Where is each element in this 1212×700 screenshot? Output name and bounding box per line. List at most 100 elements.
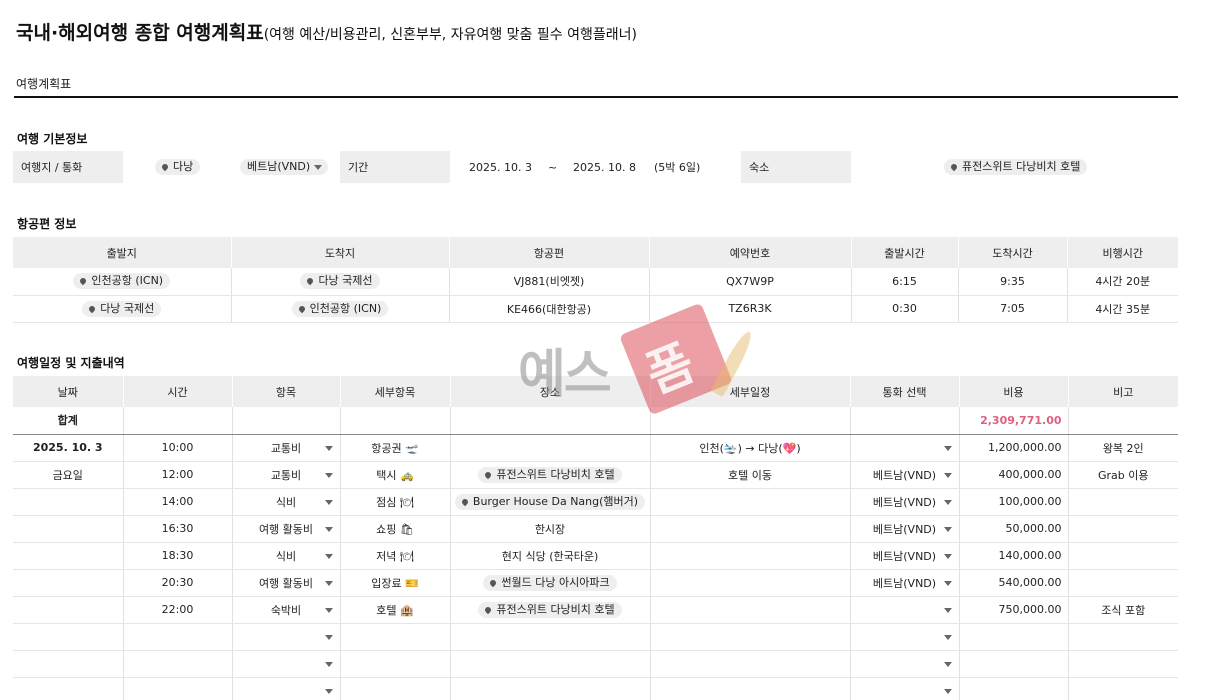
cell-cost[interactable]: 400,000.00 (958, 461, 1068, 489)
cell-detail[interactable]: 호텔 🏨 (339, 596, 450, 624)
cell-cost[interactable]: 1,200,000.00 (958, 434, 1068, 462)
cell-place[interactable]: 퓨전스위트 다낭비치 호텔 (449, 461, 650, 489)
cell-date-empty[interactable] (13, 542, 123, 570)
cell-cost[interactable]: 140,000.00 (958, 542, 1068, 570)
cell-detail[interactable]: 입장료 🎫 (339, 569, 450, 597)
cell-time[interactable]: 16:30 (122, 515, 232, 543)
category-select[interactable]: 교통비 (231, 434, 340, 462)
currency-select[interactable]: 베트남(VND) (849, 488, 959, 516)
cell-flight[interactable]: VJ881(비엣젯) (448, 268, 649, 296)
cell-time[interactable]: 20:30 (122, 569, 232, 597)
currency-select[interactable]: 베트남(VND) (849, 461, 959, 489)
lodging-chip[interactable]: 퓨전스위트 다낭비치 호텔 (944, 159, 1088, 175)
cell-booking[interactable]: TZ6R3K (648, 295, 851, 323)
currency-select[interactable] (849, 434, 959, 462)
category-select[interactable] (231, 623, 340, 651)
table-row: 14:00 식비 점심 🍽 Burger House Da Nang(햄버거) … (13, 488, 1178, 516)
cell-cost[interactable]: 750,000.00 (958, 596, 1068, 624)
cell-note[interactable] (1067, 569, 1178, 597)
cell-duration[interactable]: 4시간 35분 (1066, 295, 1178, 323)
currency-select[interactable]: 베트남(VND) (849, 542, 959, 570)
cell-plan[interactable]: 호텔 이동 (649, 461, 850, 489)
cell-time[interactable]: 14:00 (122, 488, 232, 516)
cell-arrival[interactable]: 9:35 (957, 268, 1067, 296)
destination-value: 다낭 (173, 160, 194, 173)
cell-plan[interactable] (649, 515, 850, 543)
category-select[interactable]: 숙박비 (231, 596, 340, 624)
cell-plan[interactable] (649, 596, 850, 624)
currency-select[interactable]: 베트남(VND) (849, 515, 959, 543)
currency-select[interactable] (849, 623, 959, 651)
cell-plan[interactable] (649, 488, 850, 516)
destination-chip[interactable]: 다낭 (155, 159, 201, 175)
trip-length: (5박 6일) (654, 161, 701, 174)
destination-cell[interactable]: 다낭 (155, 151, 235, 183)
category-select[interactable] (231, 677, 340, 700)
table-row: 인천공항 (ICN) 다낭 국제선 VJ881(비엣젯) QX7W9P 6:15… (13, 268, 1178, 296)
chevron-down-icon (324, 607, 333, 613)
currency-select[interactable]: 베트남(VND) (240, 151, 336, 183)
cell-duration[interactable]: 4시간 20분 (1066, 268, 1178, 296)
cell-cost[interactable]: 50,000.00 (958, 515, 1068, 543)
cell-date-empty[interactable] (13, 515, 123, 543)
cell-departure[interactable]: 6:15 (850, 268, 958, 296)
empty-row (13, 623, 1178, 651)
cell-to[interactable]: 다낭 국제선 (230, 268, 449, 296)
category-select[interactable]: 여행 활동비 (231, 569, 340, 597)
currency-value: 베트남(VND) (247, 160, 311, 173)
cell-place[interactable] (449, 434, 650, 462)
cell-place[interactable]: 썬월드 다낭 아시아파크 (449, 569, 650, 597)
cell-time[interactable]: 18:30 (122, 542, 232, 570)
cell-time[interactable]: 12:00 (122, 461, 232, 489)
currency-select[interactable] (849, 677, 959, 700)
col-header: 예약번호 (648, 237, 851, 268)
cell-departure[interactable]: 0:30 (850, 295, 958, 323)
cell-plan[interactable] (649, 569, 850, 597)
currency-select[interactable] (849, 650, 959, 678)
chevron-down-icon (324, 472, 333, 478)
cell-note[interactable] (1067, 488, 1178, 516)
cell-date-empty[interactable] (13, 569, 123, 597)
cell-cost[interactable]: 540,000.00 (958, 569, 1068, 597)
cell-date-empty[interactable] (13, 488, 123, 516)
cell-note[interactable]: Grab 이용 (1067, 461, 1178, 489)
currency-select[interactable] (849, 596, 959, 624)
cell-plan[interactable]: 인천(🛬) → 다낭(💖) (649, 434, 850, 462)
cell-note[interactable] (1067, 515, 1178, 543)
cell-booking[interactable]: QX7W9P (648, 268, 851, 296)
category-select[interactable] (231, 650, 340, 678)
cell-note[interactable]: 조식 포함 (1067, 596, 1178, 624)
cell-place[interactable]: 퓨전스위트 다낭비치 호텔 (449, 596, 650, 624)
end-date[interactable]: 2025. 10. 8 (573, 151, 653, 183)
cell-place[interactable]: 한시장 (449, 515, 650, 543)
category-select[interactable]: 식비 (231, 488, 340, 516)
category-select[interactable]: 교통비 (231, 461, 340, 489)
cell-flight[interactable]: KE466(대한항공) (448, 295, 649, 323)
cell-time[interactable]: 10:00 (122, 434, 232, 462)
currency-select[interactable]: 베트남(VND) (849, 569, 959, 597)
cell-arrival[interactable]: 7:05 (957, 295, 1067, 323)
cell-date[interactable]: 2025. 10. 3 (13, 434, 123, 462)
cell-detail[interactable]: 택시 🚕 (339, 461, 450, 489)
cell-detail[interactable]: 저녁 🍽 (339, 542, 450, 570)
cell-from[interactable]: 다낭 국제선 (13, 295, 231, 323)
cell-plan[interactable] (649, 542, 850, 570)
cell-to[interactable]: 인천공항 (ICN) (230, 295, 449, 323)
cell-note[interactable] (1067, 542, 1178, 570)
cell-cost[interactable]: 100,000.00 (958, 488, 1068, 516)
tab-travel-plan[interactable]: 여행계획표 (16, 75, 71, 92)
start-date[interactable]: 2025. 10. 3 (469, 151, 549, 183)
cell-detail[interactable]: 점심 🍽 (339, 488, 450, 516)
cell-place[interactable]: Burger House Da Nang(햄버거) (449, 488, 650, 516)
category-select[interactable]: 여행 활동비 (231, 515, 340, 543)
cell-place[interactable]: 현지 식당 (한국타운) (449, 542, 650, 570)
col-header: 도착지 (230, 237, 449, 268)
category-select[interactable]: 식비 (231, 542, 340, 570)
cell-date-empty[interactable] (13, 596, 123, 624)
cell-note[interactable]: 왕복 2인 (1067, 434, 1178, 462)
cell-detail[interactable]: 쇼핑 🛍 (339, 515, 450, 543)
lodging-cell[interactable]: 퓨전스위트 다낭비치 호텔 (944, 151, 1144, 183)
cell-detail[interactable]: 항공권 🛫 (339, 434, 450, 462)
cell-time[interactable]: 22:00 (122, 596, 232, 624)
cell-from[interactable]: 인천공항 (ICN) (13, 268, 231, 296)
